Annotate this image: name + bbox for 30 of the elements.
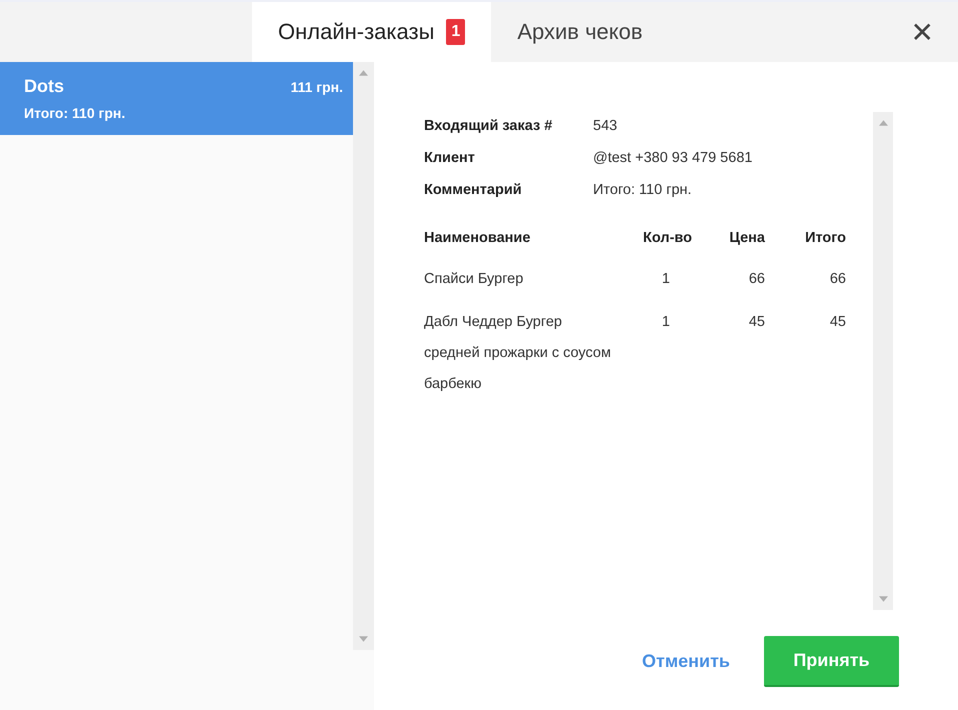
tab[interactable]: Онлайн-заказы 1 — [252, 2, 492, 62]
column-header: Цена — [728, 230, 765, 248]
scrollbar[interactable] — [873, 112, 893, 610]
table-cell-text: 66 — [828, 270, 846, 289]
field-label: Комментарий — [424, 182, 523, 198]
close-button[interactable]: ✕ — [886, 2, 958, 62]
scroll-up-icon[interactable] — [878, 120, 888, 126]
field-label: Входящий заказ # — [424, 118, 554, 134]
field-value: 543 — [593, 118, 618, 134]
column-header: Наименование — [424, 230, 532, 248]
order-name: Dots — [24, 76, 64, 97]
field-value: @test +380 93 479 5681 — [593, 150, 754, 166]
table-cell-text: 45 — [828, 313, 846, 332]
scroll-down-icon[interactable] — [878, 596, 888, 602]
scroll-down-icon[interactable] — [359, 636, 368, 642]
column-header: Итого — [765, 230, 846, 264]
table-cell-text: 1 — [660, 313, 671, 332]
table-cell-text: 66 — [748, 270, 765, 289]
table-cell-text: 1 — [660, 270, 671, 289]
column-header: Кол-во — [642, 230, 692, 248]
field-value: Итого: 110 грн. — [593, 182, 693, 198]
count-badge: 1 — [446, 19, 466, 45]
order-amount: 111 грн. — [290, 78, 343, 94]
field-label: Клиент — [424, 150, 476, 166]
table-cell-text: Спайси Бургер — [424, 270, 524, 289]
order-summary: Итого: 110 грн. — [24, 105, 126, 121]
scrollbar[interactable] — [353, 62, 374, 650]
table-cell-text: 45 — [748, 313, 765, 332]
scroll-up-icon[interactable] — [359, 70, 368, 76]
table-cell-text: Дабл Чеддер Бургер средней прожарки с соусом барбекю — [424, 313, 612, 394]
